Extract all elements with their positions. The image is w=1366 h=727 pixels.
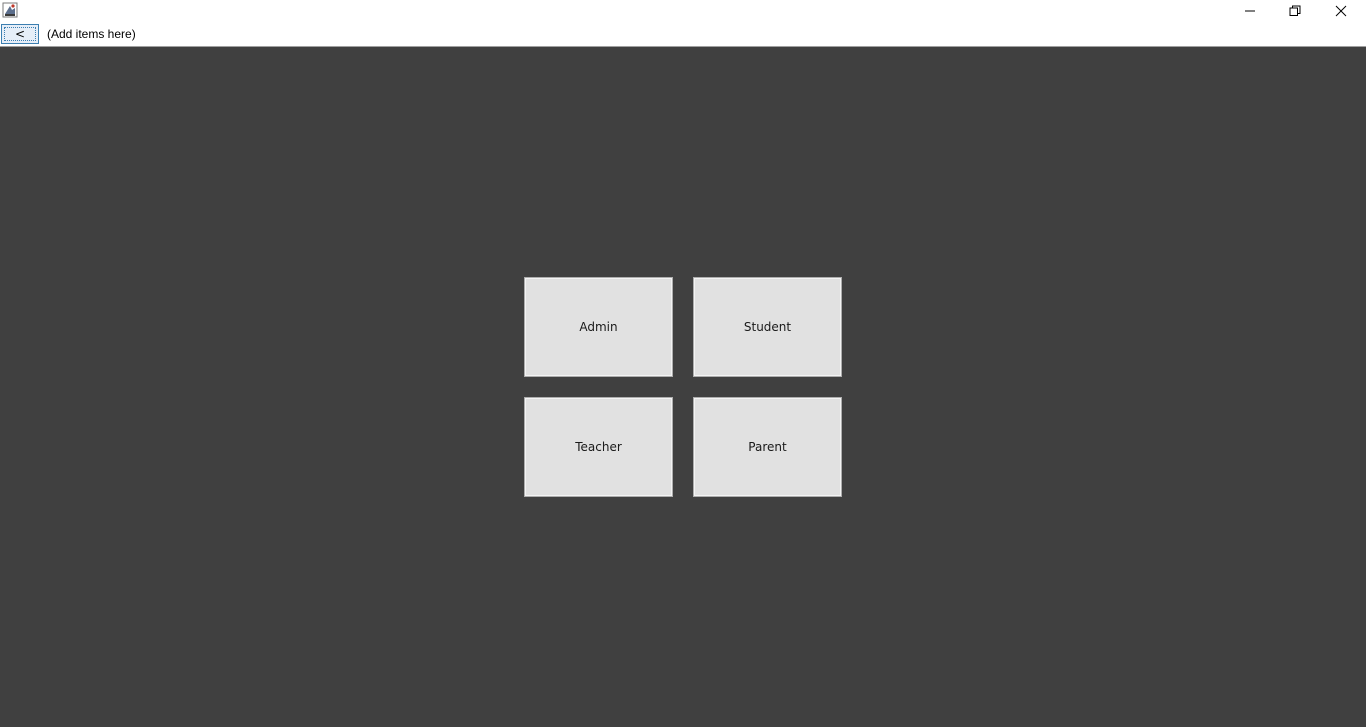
teacher-button[interactable]: Teacher xyxy=(524,397,673,497)
role-selection-panel: Admin Student Teacher Parent xyxy=(0,47,1366,727)
back-button[interactable]: < xyxy=(1,24,39,44)
student-button[interactable]: Student xyxy=(693,277,842,377)
menu-placeholder-text: (Add items here) xyxy=(47,27,136,41)
minimize-icon xyxy=(1244,2,1256,21)
restore-icon xyxy=(1289,2,1301,21)
close-button[interactable] xyxy=(1318,0,1364,22)
app-window: < (Add items here) Admin Student Teacher… xyxy=(0,0,1366,727)
restore-button[interactable] xyxy=(1272,0,1318,22)
admin-button[interactable]: Admin xyxy=(524,277,673,377)
parent-button[interactable]: Parent xyxy=(693,397,842,497)
menu-bar: < (Add items here) xyxy=(0,22,1366,47)
minimize-button[interactable] xyxy=(1227,0,1273,22)
title-bar[interactable] xyxy=(0,0,1366,22)
close-icon xyxy=(1335,2,1347,21)
java-coffee-cup-icon[interactable] xyxy=(2,2,18,18)
